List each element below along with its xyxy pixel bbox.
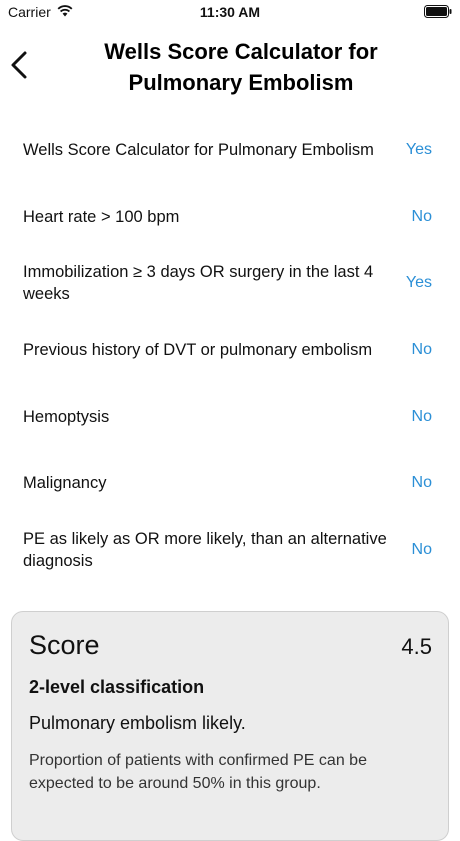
criterion-toggle[interactable]: No	[412, 541, 432, 559]
criterion-row[interactable]: PE as likely as OR more likely, than an …	[0, 517, 460, 584]
criterion-row[interactable]: Hemoptysis No	[0, 383, 460, 450]
criterion-label: PE as likely as OR more likely, than an …	[23, 529, 387, 570]
classification-heading: 2-level classification	[29, 677, 205, 697]
score-title: Score	[29, 630, 100, 660]
criterion-row[interactable]: Previous history of DVT or pulmonary emb…	[0, 317, 460, 384]
criterion-toggle[interactable]: No	[412, 408, 432, 426]
score-value: 4.5	[401, 634, 432, 659]
criterion-toggle[interactable]: No	[412, 208, 432, 226]
criterion-toggle[interactable]: Yes	[406, 274, 432, 292]
criterion-row[interactable]: Immobilization ≥ 3 days OR surgery in th…	[0, 250, 460, 317]
clock: 11:30 AM	[199, 4, 261, 20]
interpretation-description: Proportion of patients with confirmed PE…	[29, 752, 367, 792]
criterion-label: Malignancy	[23, 474, 107, 493]
page-title: Wells Score Calculator for Pulmonary Emb…	[104, 39, 378, 95]
interpretation-text: Pulmonary embolism likely.	[29, 713, 246, 733]
criterion-toggle[interactable]: No	[412, 474, 432, 492]
criterion-toggle[interactable]: No	[412, 341, 432, 359]
score-card: Score 4.5 2-level classification Pulmona…	[11, 611, 449, 841]
criterion-label: Immobilization ≥ 3 days OR surgery in th…	[23, 263, 374, 304]
criteria-list: Wells Score Calculator for Pulmonary Emb…	[0, 117, 460, 583]
criterion-toggle[interactable]: Yes	[406, 141, 432, 159]
criterion-label: Previous history of DVT or pulmonary emb…	[23, 341, 373, 360]
navigation-bar: Wells Score Calculator for Pulmonary Emb…	[0, 24, 460, 114]
criterion-row[interactable]: Wells Score Calculator for Pulmonary Emb…	[0, 117, 460, 184]
criterion-label: Hemoptysis	[23, 407, 110, 426]
criterion-label: Heart rate > 100 bpm	[23, 207, 180, 226]
criterion-row[interactable]: Malignancy No	[0, 450, 460, 517]
status-bar: Carrier 11:30 AM	[0, 0, 460, 24]
back-chevron-icon[interactable]	[8, 50, 30, 80]
battery-icon	[424, 5, 452, 18]
criterion-label: Wells Score Calculator for Pulmonary Emb…	[23, 141, 374, 160]
criterion-row[interactable]: Heart rate > 100 bpm No	[0, 184, 460, 251]
